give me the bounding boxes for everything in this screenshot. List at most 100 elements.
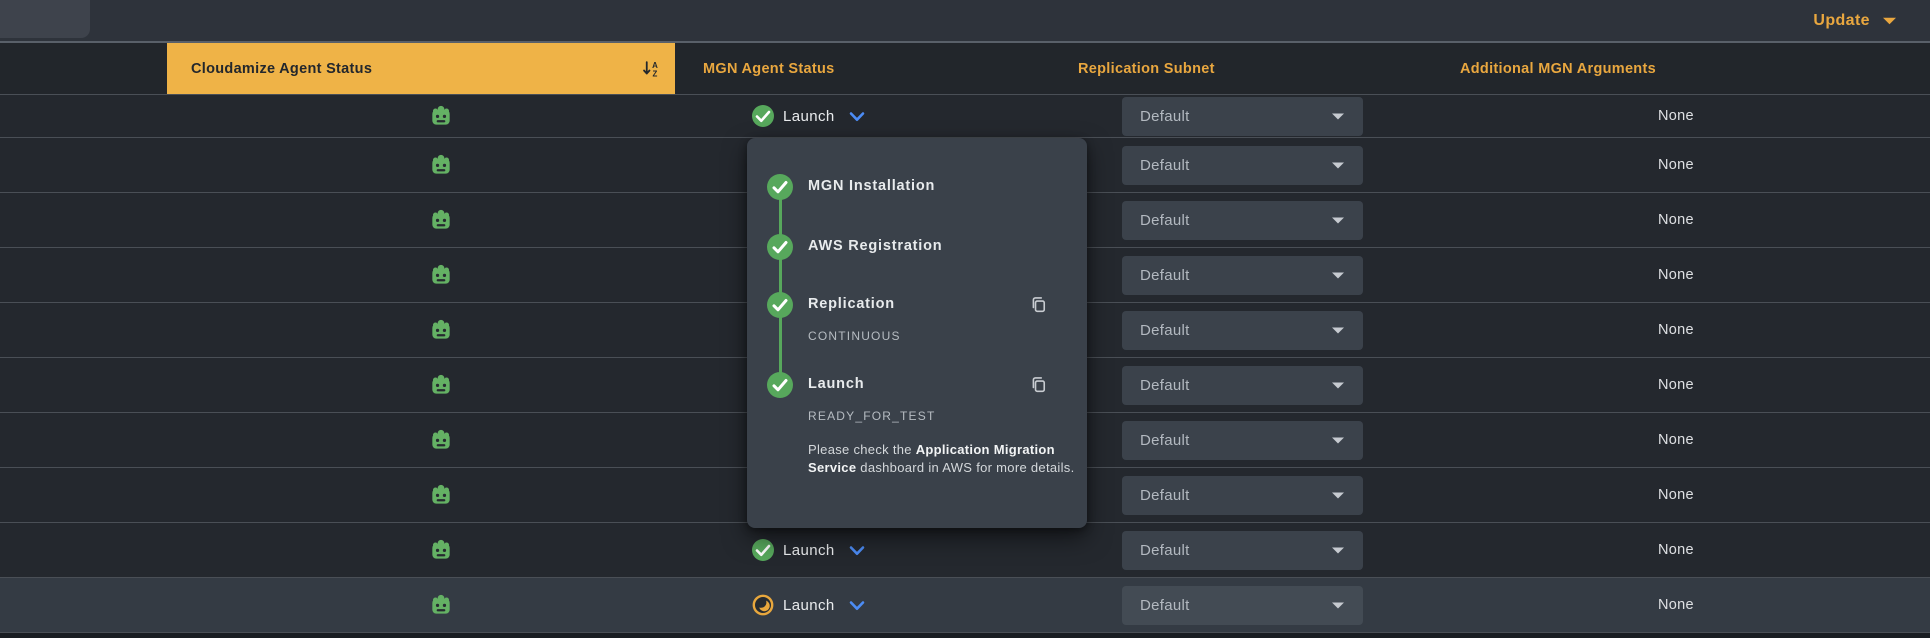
status-label: Launch — [783, 597, 835, 614]
chevron-down-icon[interactable] — [849, 545, 865, 556]
update-label: Update — [1813, 12, 1870, 30]
cell-cloudamize-status — [167, 538, 675, 562]
robot-icon — [428, 428, 454, 452]
step-connector-line — [779, 187, 782, 385]
cell-cloudamize-status — [167, 263, 675, 287]
robot-icon — [428, 373, 454, 397]
args-value: None — [1658, 157, 1694, 173]
subnet-select-value: Default — [1140, 322, 1190, 339]
caret-down-icon — [1332, 113, 1344, 120]
subnet-select-value: Default — [1140, 377, 1190, 394]
args-value: None — [1658, 597, 1694, 613]
subnet-select-value: Default — [1140, 267, 1190, 284]
subnet-select[interactable]: Default — [1122, 421, 1363, 460]
popup-note: Please check the Application Migration S… — [808, 441, 1084, 476]
subnet-select[interactable]: Default — [1122, 201, 1363, 240]
top-bar: Update — [0, 0, 1930, 43]
chevron-down-icon — [1883, 17, 1896, 25]
chevron-down-icon[interactable] — [849, 111, 865, 122]
status-success-icon — [752, 105, 774, 127]
cell-replication-subnet: Default — [1060, 256, 1400, 295]
args-value: None — [1658, 377, 1694, 393]
cell-cloudamize-status — [167, 428, 675, 452]
step-label: AWS Registration — [808, 238, 942, 254]
header-cell-empty — [0, 43, 167, 94]
subnet-select[interactable]: Default — [1122, 366, 1363, 405]
caret-down-icon — [1332, 272, 1344, 279]
svg-text:Z: Z — [652, 69, 657, 77]
cell-additional-args: None — [1400, 322, 1930, 338]
robot-icon — [428, 104, 454, 128]
step-success-icon — [767, 292, 793, 318]
cell-cloudamize-status — [167, 104, 675, 128]
update-button[interactable]: Update — [1813, 0, 1896, 41]
caret-down-icon — [1332, 162, 1344, 169]
subnet-select-value: Default — [1140, 212, 1190, 229]
header-cell-replication-subnet[interactable]: Replication Subnet — [1060, 43, 1400, 94]
args-value: None — [1658, 487, 1694, 503]
args-value: None — [1658, 267, 1694, 283]
cell-additional-args: None — [1400, 432, 1930, 448]
mgn-status-popup: MGN Installation AWS Registration Replic… — [747, 138, 1087, 528]
cell-replication-subnet: Default — [1060, 97, 1400, 136]
step-success-icon — [767, 174, 793, 200]
note-text: dashboard in AWS for more details. — [856, 460, 1074, 475]
header-cell-additional-mgn-arguments[interactable]: Additional MGN Arguments — [1400, 43, 1930, 94]
cell-cloudamize-status — [167, 318, 675, 342]
status-label: Launch — [783, 542, 835, 559]
bottom-strip — [0, 632, 1930, 638]
subnet-select-value: Default — [1140, 487, 1190, 504]
subnet-select[interactable]: Default — [1122, 97, 1363, 136]
subnet-select[interactable]: Default — [1122, 586, 1363, 625]
copy-icon[interactable] — [1030, 296, 1047, 313]
robot-icon — [428, 483, 454, 507]
caret-down-icon — [1332, 492, 1344, 499]
note-text: Please check the — [808, 442, 916, 457]
subnet-select[interactable]: Default — [1122, 311, 1363, 350]
step-value: READY_FOR_TEST — [808, 409, 936, 423]
mgn-status[interactable]: Launch — [752, 539, 865, 561]
robot-icon — [428, 263, 454, 287]
sort-alpha-descending-icon[interactable]: A Z — [642, 60, 661, 77]
caret-down-icon — [1332, 437, 1344, 444]
caret-down-icon — [1332, 547, 1344, 554]
step-label: Launch — [808, 376, 864, 392]
cell-cloudamize-status — [167, 153, 675, 177]
cell-replication-subnet: Default — [1060, 146, 1400, 185]
header-cell-mgn-status[interactable]: MGN Agent Status — [675, 43, 1060, 94]
caret-down-icon — [1332, 602, 1344, 609]
mgn-status[interactable]: Launch — [752, 105, 865, 127]
mgn-status[interactable]: Launch — [752, 594, 865, 616]
subnet-select[interactable]: Default — [1122, 146, 1363, 185]
status-success-icon — [752, 539, 774, 561]
subnet-select-value: Default — [1140, 432, 1190, 449]
args-value: None — [1658, 212, 1694, 228]
step-success-icon — [767, 234, 793, 260]
cell-mgn-status: Launch — [675, 539, 1060, 561]
subnet-select-value: Default — [1140, 542, 1190, 559]
cell-additional-args: None — [1400, 157, 1930, 173]
robot-icon — [428, 318, 454, 342]
status-in-progress-icon — [752, 594, 774, 616]
copy-icon[interactable] — [1030, 376, 1047, 393]
cell-replication-subnet: Default — [1060, 531, 1400, 570]
header-label: Cloudamize Agent Status — [191, 61, 372, 77]
subnet-select[interactable]: Default — [1122, 476, 1363, 515]
step-label: MGN Installation — [808, 178, 935, 194]
subnet-select-value: Default — [1140, 108, 1190, 125]
subnet-select[interactable]: Default — [1122, 531, 1363, 570]
args-value: None — [1658, 432, 1694, 448]
robot-icon — [428, 538, 454, 562]
cell-replication-subnet: Default — [1060, 311, 1400, 350]
cell-replication-subnet: Default — [1060, 421, 1400, 460]
cell-replication-subnet: Default — [1060, 366, 1400, 405]
subnet-select[interactable]: Default — [1122, 256, 1363, 295]
robot-icon — [428, 153, 454, 177]
cell-additional-args: None — [1400, 487, 1930, 503]
cell-replication-subnet: Default — [1060, 586, 1400, 625]
header-cell-cloudamize-status[interactable]: Cloudamize Agent Status A Z — [167, 43, 675, 94]
cell-additional-args: None — [1400, 108, 1930, 124]
chevron-down-icon[interactable] — [849, 600, 865, 611]
cell-additional-args: None — [1400, 212, 1930, 228]
cell-additional-args: None — [1400, 377, 1930, 393]
